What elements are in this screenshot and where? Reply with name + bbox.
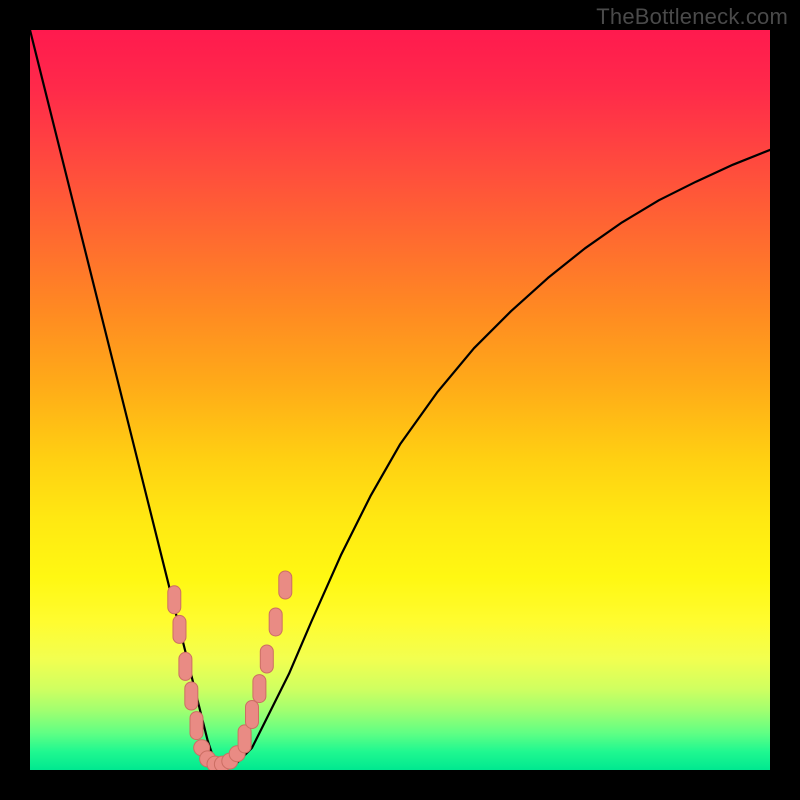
data-marker (253, 675, 266, 703)
watermark-text: TheBottleneck.com (596, 4, 788, 30)
data-marker (190, 712, 203, 740)
data-marker (238, 725, 251, 753)
data-marker (246, 701, 259, 729)
chart-plot-area (30, 30, 770, 770)
data-marker (173, 615, 186, 643)
data-marker (185, 682, 198, 710)
data-marker (179, 652, 192, 680)
bottleneck-curve (30, 30, 770, 766)
data-markers (168, 571, 292, 770)
data-marker (269, 608, 282, 636)
data-marker (279, 571, 292, 599)
chart-frame: TheBottleneck.com (0, 0, 800, 800)
chart-svg (30, 30, 770, 770)
data-marker (260, 645, 273, 673)
data-marker (168, 586, 181, 614)
